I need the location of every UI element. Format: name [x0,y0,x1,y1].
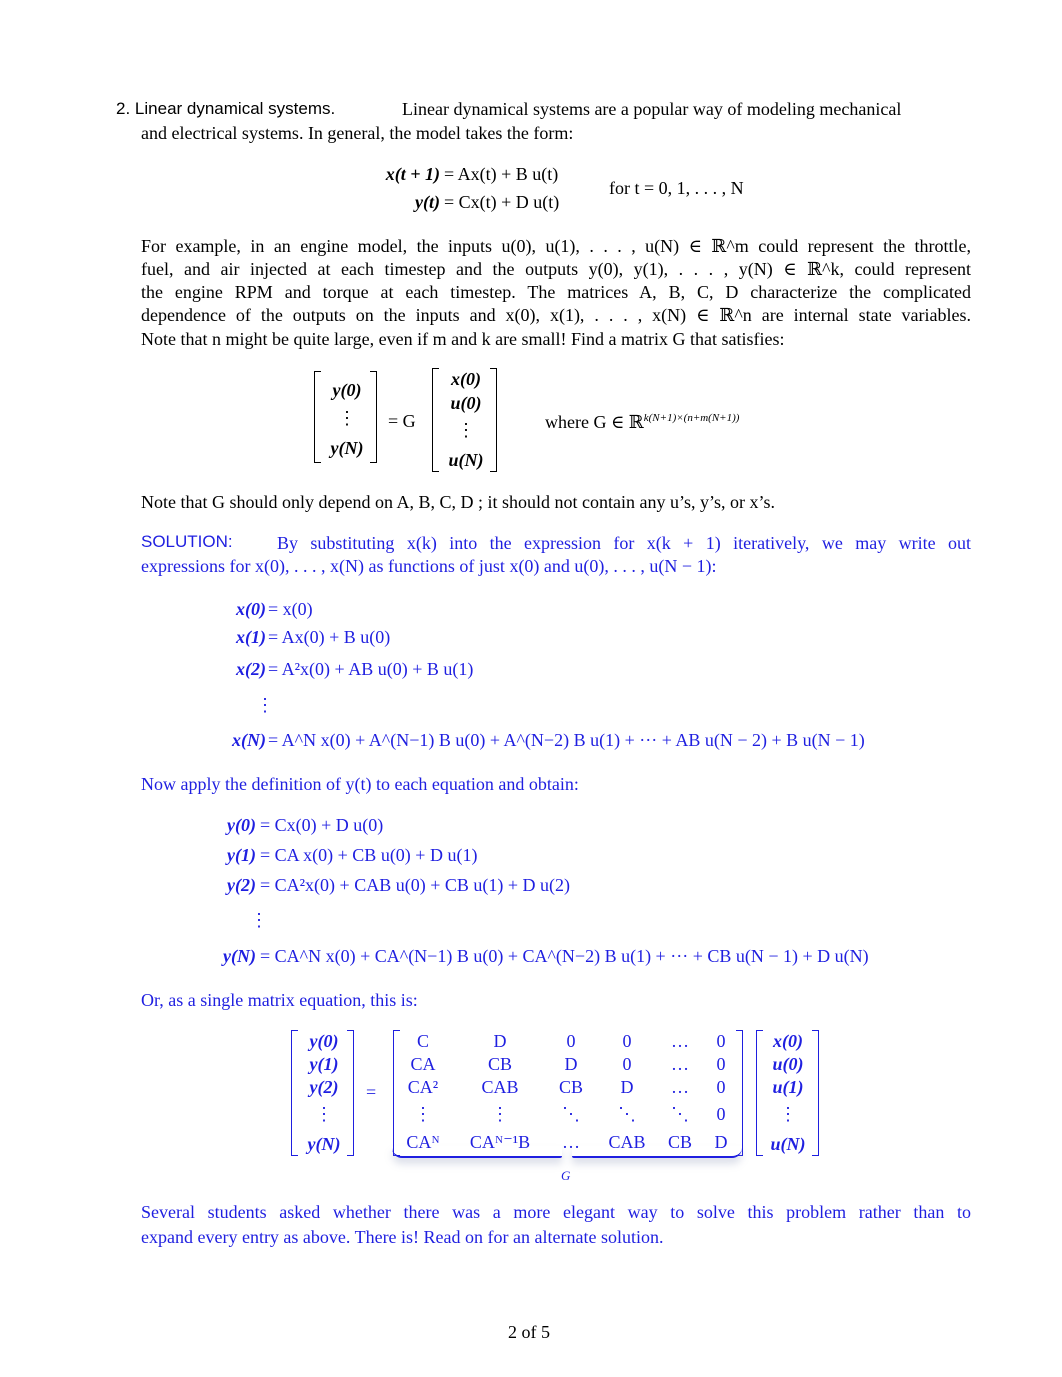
y-eq-vdots: ⋮ [250,910,268,930]
equals-sign: = [366,1082,377,1102]
right-bracket [370,371,377,463]
intro-line-2: and electrical systems. In general, the … [141,123,574,143]
y-eq-rhs: = Cx(0) + D u(0) [260,815,384,835]
underbrace-right [572,1146,742,1158]
underbrace-left [392,1146,562,1158]
lhs-vector-entry: ⋮ [315,1104,333,1124]
G-matrix-cell: CA [410,1054,436,1074]
G-matrix-cell: 0 [716,1104,726,1124]
G-matrix-cell: ⋮ [414,1104,432,1124]
x-eq-rhs: = A^N x(0) + A^(N−1) B u(0) + A^(N−2) B … [268,730,865,750]
rhs-vector-entry: u(0) [772,1054,804,1074]
right-bracket [347,1030,354,1156]
where-dimension: k(N+1)×(n+m(N+1)) [643,412,740,424]
y-eq-rhs: = CA²x(0) + CAB u(0) + CB u(1) + D u(2) [260,875,570,895]
y-eq-lhs: y(0) [227,815,256,835]
lhs-vector-entry: y(N) [307,1134,341,1154]
G-matrix-cell: CA² [407,1077,439,1097]
solution-line-1: By substituting x(k) into the expression… [277,533,971,553]
rhs-vector-entry: x(0) [773,1031,803,1051]
G-matrix-cell: CAB [481,1077,519,1097]
para-line: dependence of the outputs on the inputs … [141,305,971,325]
model-condition: for t = 0, 1, . . . , N [609,178,744,198]
G-matrix-cell: 0 [716,1031,726,1051]
note-text: Note that G should only depend on A, B, … [141,492,775,512]
y-eq-lhs: y(2) [227,875,256,895]
lhs-entry: ⋮ [338,408,356,428]
solution-line-2: expressions for x(0), . . . , x(N) as fu… [141,556,717,576]
x-eq-lhs: x(0) [236,599,266,619]
brace-label-G: G [561,1168,571,1183]
x-eq-lhs: x(N) [232,730,266,750]
rhs-vector-entry: u(N) [770,1134,806,1154]
lhs-entry: y(N) [330,438,364,458]
G-matrix-cell: 0 [716,1077,726,1097]
G-matrix-cell: D [493,1031,507,1051]
apply-text: Now apply the definition of y(t) to each… [141,774,579,794]
closing-line-1: Several students asked whether there was… [141,1202,971,1222]
lhs-vector-entry: y(2) [309,1077,339,1097]
right-bracket [490,368,497,472]
problem-title: Linear dynamical systems. [134,99,336,118]
closing-line-2: expand every entry as above. There is! R… [141,1227,664,1247]
model-eq1-rhs: = Ax(t) + B u(t) [444,164,559,184]
lhs-vector-entry: y(1) [309,1054,339,1074]
right-vector-right-bracket [812,1030,819,1156]
y-eq-lhs: y(1) [227,845,256,865]
rhs-entry: u(0) [450,393,482,413]
model-eq1-lhs: x(t + 1) [385,164,440,184]
y-eq-rhs: = CA^N x(0) + CA^(N−1) B u(0) + CA^(N−2)… [260,946,869,966]
y-eq-lhs: y(N) [223,946,256,966]
para-line: fuel, and air injected at each timestep … [141,259,971,279]
G-matrix-cell: ⋮ [491,1104,509,1124]
rhs-entry: u(N) [448,450,484,470]
x-eq-rhs: = Ax(0) + B u(0) [268,627,391,647]
where-text: where G ∈ ℝ [545,412,644,432]
G-matrix-cell: 0 [716,1054,726,1074]
problem-heading: 2. Linear dynamical systems. [116,99,335,119]
model-eq2-rhs: = Cx(t) + D u(t) [444,192,560,212]
equals-G: = G [388,411,416,431]
G-matrix-cell: CB [487,1054,512,1074]
rhs-entry: x(0) [451,369,481,389]
para-line: the engine RPM and torque at each timest… [141,282,971,302]
matrix-intro: Or, as a single matrix equation, this is… [141,990,418,1010]
x-eq-rhs: = A²x(0) + AB u(0) + B u(1) [268,659,474,679]
y-eq-rhs: = CA x(0) + CB u(0) + D u(1) [260,845,478,865]
G-right-bracket [736,1030,743,1156]
model-eq2-lhs: y(t) [415,192,440,212]
where-clause: where G ∈ ℝk(N+1)×(n+m(N+1)) [545,412,739,433]
x-eq-rhs: = x(0) [268,599,313,619]
lhs-vector-entry: y(0) [309,1031,339,1051]
x-eq-lhs: x(2) [236,659,266,679]
para-line: Note that n might be quite large, even i… [141,329,785,349]
G-matrix-cell: C [416,1031,429,1051]
intro-line-1: Linear dynamical systems are a popular w… [402,99,902,119]
x-eq-lhs: x(1) [236,627,266,647]
lhs-entry: y(0) [332,380,362,400]
rhs-vector-entry: ⋮ [779,1104,797,1124]
rhs-entry: ⋮ [457,420,475,440]
solution-label: SOLUTION: [141,532,233,551]
problem-number: 2. [116,99,131,118]
para-line: For example, in an engine model, the inp… [141,236,971,256]
x-eq-vdots: ⋮ [256,695,274,715]
rhs-vector-entry: u(1) [772,1077,804,1097]
page-number: 2 of 5 [508,1322,550,1342]
